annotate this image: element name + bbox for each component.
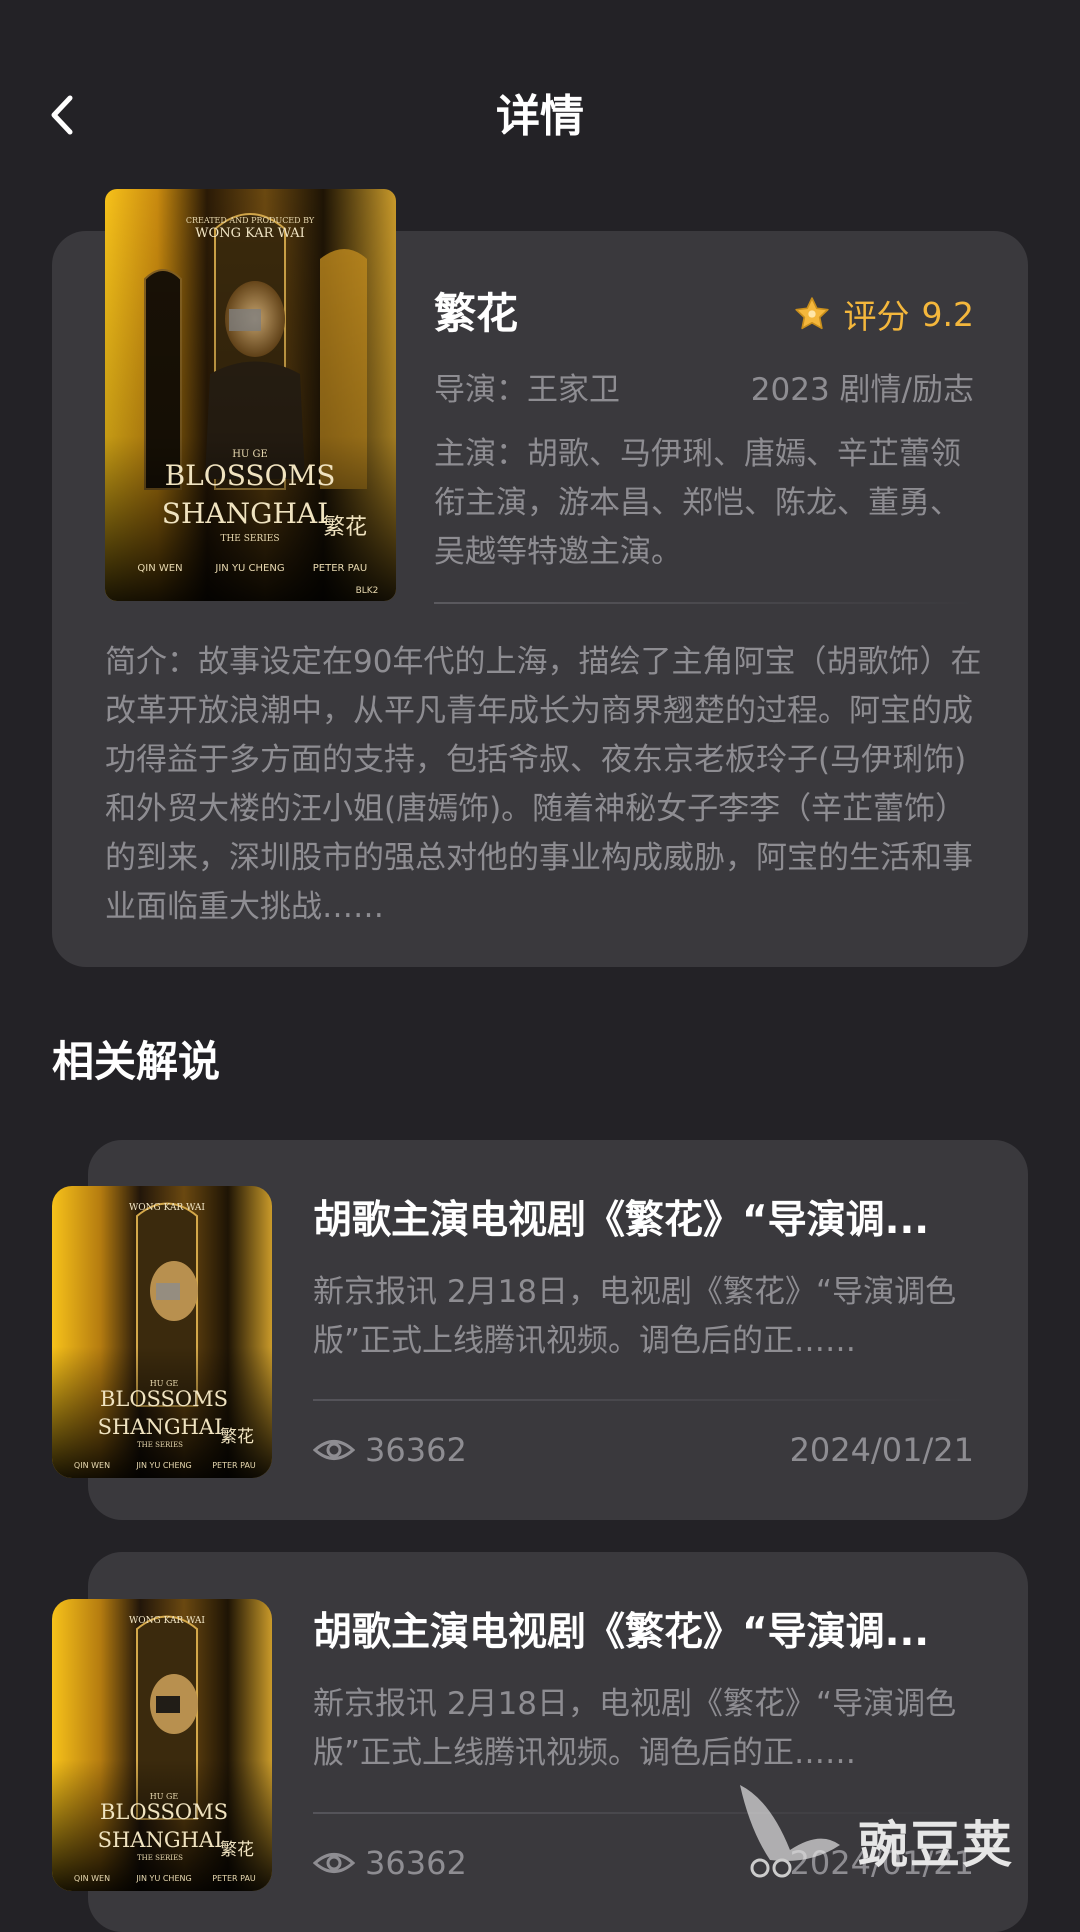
thumb-subtitle: THE SERIES: [137, 1854, 183, 1862]
poster-title-line1: BLOSSOMS: [165, 459, 336, 492]
thumb-credit2: JIN YU CHENG: [135, 1874, 191, 1883]
poster-badge: BLK2: [356, 586, 379, 596]
thumb-creator: WONG KAR WAI: [129, 1616, 205, 1626]
news-views: 36362: [313, 1425, 467, 1475]
poster-art: CREATED AND PRODUCED BY WONG KAR WAI HU …: [105, 189, 396, 601]
news-excerpt: 新京报讯 2月18日，电视剧《繁花》“导演调色版”正式上线腾讯视频。调色后的正……: [313, 1274, 957, 1359]
poster-credit-top: CREATED AND PRODUCED BY: [186, 216, 315, 225]
thumb-credit3: PETER PAU: [212, 1874, 256, 1883]
view-count: 36362: [365, 1844, 467, 1882]
thumb-credit3: PETER PAU: [212, 1461, 256, 1470]
director-row: 导演：王家卫 2023 剧情/励志: [434, 365, 974, 415]
poster-creator: WONG KAR WAI: [195, 226, 305, 241]
news-divider: [313, 1399, 973, 1401]
cast: 主演：胡歌、马伊琍、唐嫣、辛芷蕾领衔主演，游本昌、郑恺、陈龙、董勇、吴越等特邀主…: [434, 436, 961, 570]
news-thumbnail-art: WONG KAR WAI HU GE BLOSSOMS SHANGHAI THE…: [52, 1599, 272, 1891]
poster-credit1: QIN WEN: [137, 563, 182, 574]
divider: [434, 602, 974, 604]
thumb-credit1: QIN WEN: [74, 1874, 110, 1883]
page-title: 详情: [496, 91, 584, 142]
news-title[interactable]: 胡歌主演电视剧《繁花》“导演调...: [313, 1606, 983, 1660]
poster-title-line2: SHANGHAI: [162, 497, 328, 530]
poster-credit2: JIN YU CHENG: [214, 563, 284, 574]
thumb-title-line1: BLOSSOMS: [100, 1800, 228, 1824]
eye-icon: [313, 1853, 355, 1873]
show-title: 繁花: [434, 289, 519, 338]
rating-label: 评分: [843, 297, 910, 336]
poster-cn-title: 繁花: [323, 515, 367, 540]
watermark-text: 豌豆荚: [858, 1816, 1014, 1874]
thumb-credit2: JIN YU CHENG: [135, 1461, 191, 1470]
director: 导演：王家卫: [434, 372, 620, 408]
rating-value: 9.2: [921, 294, 974, 334]
poster-image[interactable]: CREATED AND PRODUCED BY WONG KAR WAI HU …: [105, 189, 396, 601]
synopsis: 简介：故事设定在90年代的上海，描绘了主角阿宝（胡歌饰）在改革开放浪潮中，从平凡…: [105, 644, 982, 925]
top-bar: 详情: [0, 60, 1080, 170]
news-excerpt: 新京报讯 2月18日，电视剧《繁花》“导演调色版”正式上线腾讯视频。调色后的正……: [313, 1686, 957, 1771]
thumb-title-line1: BLOSSOMS: [100, 1387, 228, 1411]
thumb-title-line2: SHANGHAI: [98, 1415, 223, 1439]
thumb-subtitle: THE SERIES: [137, 1441, 183, 1449]
eye-icon: [313, 1440, 355, 1460]
star-icon: [794, 297, 829, 330]
news-date: 2024/01/21: [789, 1431, 974, 1469]
thumb-credit1: QIN WEN: [74, 1461, 110, 1470]
section-title: 相关解说: [52, 1037, 221, 1086]
thumb-title-line2: SHANGHAI: [98, 1828, 223, 1852]
poster-subtitle: THE SERIES: [220, 534, 279, 544]
news-thumbnail-art: WONG KAR WAI HU GE BLOSSOMS SHANGHAI THE…: [52, 1186, 272, 1478]
rating: 评分 9.2: [792, 290, 974, 338]
poster-credit3: PETER PAU: [313, 563, 367, 574]
thumb-cn-title: 繁花: [220, 1840, 254, 1860]
news-thumbnail[interactable]: WONG KAR WAI HU GE BLOSSOMS SHANGHAI THE…: [52, 1186, 272, 1478]
view-count: 36362: [365, 1431, 467, 1469]
news-title[interactable]: 胡歌主演电视剧《繁花》“导演调...: [313, 1194, 983, 1248]
news-thumbnail[interactable]: WONG KAR WAI HU GE BLOSSOMS SHANGHAI THE…: [52, 1599, 272, 1891]
thumb-cn-title: 繁花: [220, 1427, 254, 1447]
news-views: 36362: [313, 1838, 467, 1888]
thumb-creator: WONG KAR WAI: [129, 1203, 205, 1213]
year-genre: 2023 剧情/励志: [750, 372, 974, 408]
